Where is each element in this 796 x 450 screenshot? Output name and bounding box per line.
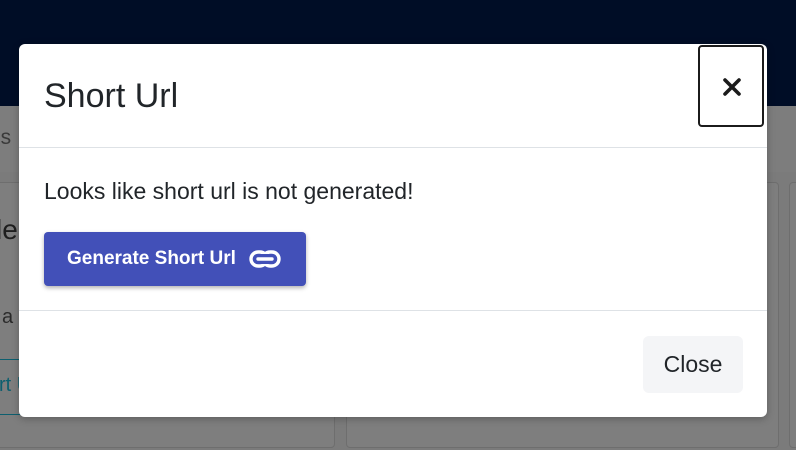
modal-body: Looks like short url is not generated! G… <box>19 148 767 311</box>
status-message: Looks like short url is not generated! <box>44 178 414 204</box>
short-url-modal: Short Url Looks like short url is not ge… <box>19 44 767 417</box>
modal-header: Short Url <box>19 44 767 148</box>
modal-close-button[interactable] <box>698 45 764 127</box>
close-x-icon <box>723 78 741 96</box>
modal-footer: Close <box>19 311 767 417</box>
background-breadcrumb: ls <box>0 126 12 149</box>
generate-short-url-button[interactable]: Generate Short Url <box>44 232 306 286</box>
page-backdrop: ls le a rt U Short Url Looks like short … <box>0 0 796 450</box>
background-card-heading: le <box>0 214 18 245</box>
modal-title: Short Url <box>44 77 179 115</box>
close-button[interactable]: Close <box>643 336 743 393</box>
background-card-text: a <box>2 306 14 328</box>
link-icon <box>249 250 281 268</box>
generate-button-label: Generate Short Url <box>67 248 236 269</box>
background-card <box>789 182 796 448</box>
